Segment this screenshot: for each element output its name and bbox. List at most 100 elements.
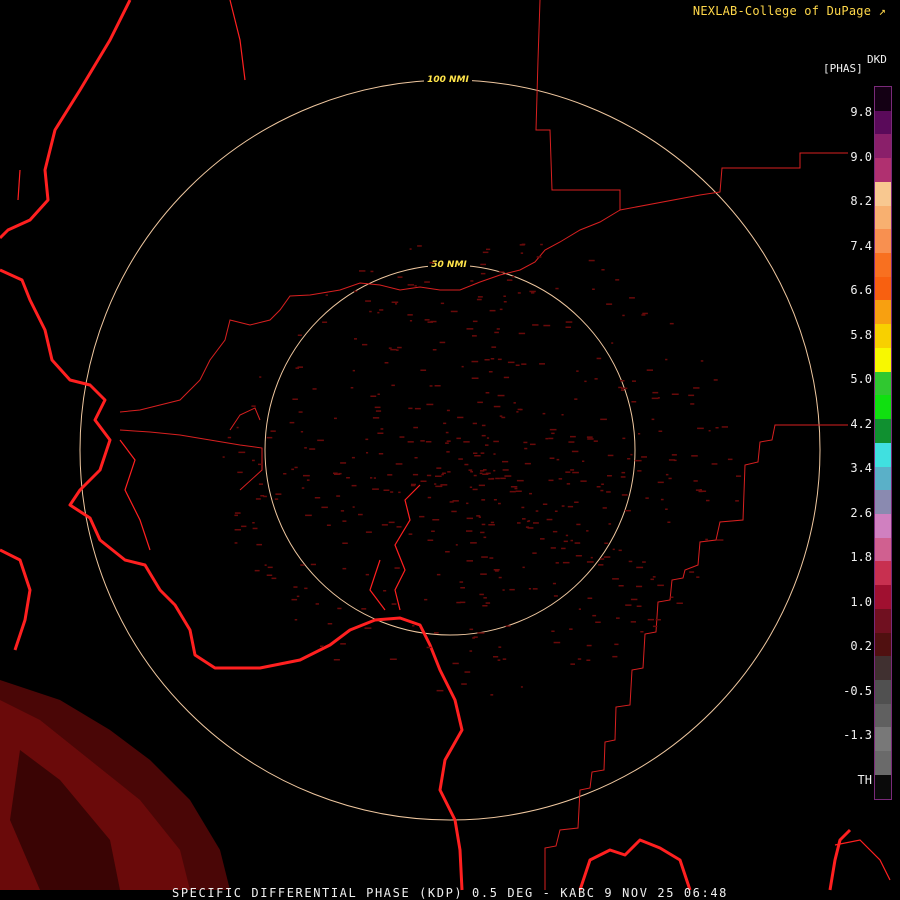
return-speck — [370, 270, 374, 273]
return-speck — [424, 281, 430, 283]
return-speck — [489, 309, 496, 312]
return-speck — [283, 473, 287, 475]
return-speck — [417, 245, 422, 247]
ring-100-nmi — [79, 79, 821, 821]
return-speck — [636, 605, 642, 607]
return-speck — [414, 407, 421, 410]
return-speck — [530, 443, 536, 446]
return-speck — [575, 555, 582, 557]
return-speck — [480, 573, 487, 575]
return-speck — [713, 379, 718, 381]
return-speck — [365, 531, 372, 533]
return-speck — [595, 621, 601, 623]
return-speck — [497, 659, 501, 661]
return-speck — [449, 501, 454, 503]
scale-swatch — [875, 561, 891, 586]
return-speck — [612, 655, 618, 658]
return-speck — [507, 361, 515, 364]
return-speck — [383, 489, 390, 491]
return-speck — [570, 663, 575, 665]
return-speck — [320, 645, 324, 647]
radar-returns — [222, 243, 742, 696]
scale-swatch — [875, 442, 891, 467]
return-speck — [551, 432, 555, 435]
return-speck — [498, 576, 502, 579]
scale-swatch — [875, 324, 891, 348]
return-speck — [456, 437, 461, 440]
return-speck — [511, 275, 515, 278]
return-speck — [505, 625, 511, 627]
return-speck — [295, 367, 299, 369]
return-speck — [552, 582, 556, 585]
return-speck — [491, 477, 495, 480]
return-speck — [365, 300, 371, 302]
return-speck — [485, 472, 491, 475]
return-speck — [715, 427, 719, 429]
return-speck — [470, 471, 473, 473]
scale-swatch — [875, 751, 891, 775]
return-speck — [529, 290, 536, 293]
return-speck — [424, 598, 428, 601]
return-speck — [445, 442, 449, 444]
return-speck — [612, 578, 619, 580]
return-speck — [414, 285, 417, 287]
scale-swatch — [875, 371, 891, 396]
return-speck — [469, 628, 474, 631]
return-speck — [630, 453, 633, 456]
return-speck — [395, 463, 403, 465]
return-speck — [429, 385, 433, 387]
return-speck — [625, 604, 632, 606]
return-speck — [480, 531, 485, 534]
return-speck — [490, 521, 495, 524]
return-speck — [697, 427, 704, 430]
return-speck — [498, 502, 501, 505]
return-speck — [351, 484, 357, 487]
return-speck — [412, 625, 415, 627]
scale-tick-label: 5.0 — [850, 372, 872, 386]
return-speck — [555, 287, 559, 290]
return-speck — [327, 623, 333, 625]
return-speck — [439, 341, 446, 344]
return-speck — [596, 357, 602, 360]
return-speck — [464, 671, 471, 673]
return-speck — [553, 641, 561, 644]
color-scale-labels: 9.8 9.0 8.2 7.4 6.6 5.8 5.0 4.2 3.4 2.6 1.8 1.0 0.2 -… — [836, 0, 872, 900]
return-speck — [317, 439, 324, 442]
return-speck — [234, 542, 238, 544]
return-speck — [460, 587, 465, 589]
return-speck — [491, 346, 497, 348]
return-speck — [669, 322, 674, 325]
return-speck — [602, 507, 607, 509]
return-speck — [436, 467, 442, 469]
return-speck — [700, 490, 707, 492]
return-speck — [396, 526, 402, 528]
return-speck — [305, 514, 312, 517]
return-speck — [696, 576, 700, 578]
return-speck — [554, 510, 558, 512]
return-speck — [558, 478, 563, 480]
return-speck — [366, 452, 369, 454]
return-speck — [521, 506, 525, 509]
return-speck — [407, 441, 414, 443]
return-speck — [459, 581, 464, 583]
return-speck — [611, 342, 614, 344]
return-speck — [572, 471, 579, 474]
return-speck — [378, 453, 384, 455]
return-speck — [440, 302, 445, 305]
return-speck — [592, 614, 597, 617]
return-speck — [502, 469, 509, 471]
return-speck — [708, 430, 711, 432]
return-speck — [510, 486, 518, 488]
return-speck — [521, 363, 527, 365]
return-speck — [238, 451, 246, 454]
return-speck — [499, 415, 503, 417]
return-speck — [346, 477, 350, 479]
return-speck — [471, 360, 479, 363]
return-speck — [620, 476, 626, 478]
return-speck — [369, 310, 372, 313]
product-caption: SPECIFIC DIFFERENTIAL PHASE (KDP) 0.5 DE… — [172, 886, 728, 900]
return-speck — [570, 435, 576, 438]
return-speck — [256, 543, 262, 546]
return-speck — [399, 436, 405, 438]
return-speck — [340, 462, 347, 464]
